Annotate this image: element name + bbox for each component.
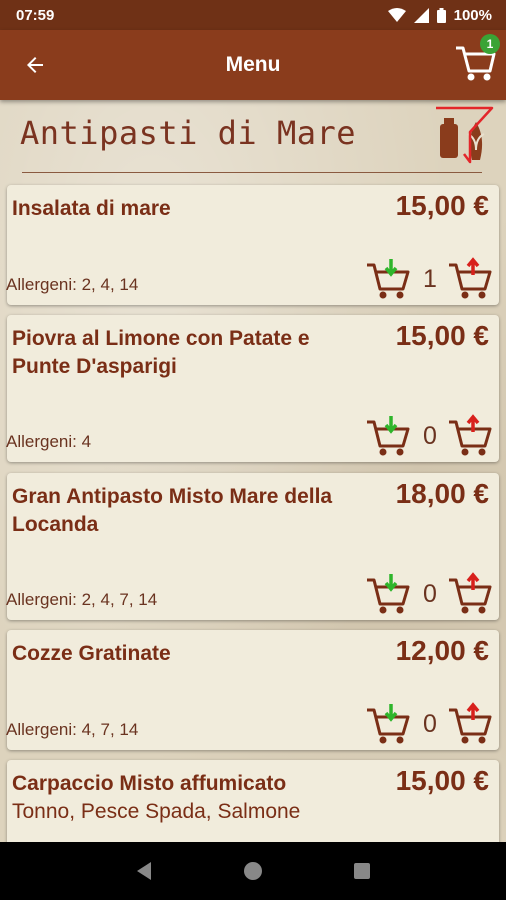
- quantity-controls: 0: [365, 702, 495, 746]
- menu-item-card[interactable]: Piovra al Limone con Patate e Punte D'as…: [6, 315, 499, 462]
- item-price: 15,00 €: [395, 765, 489, 796]
- arrow-left-icon: [27, 57, 43, 73]
- cart-remove-icon[interactable]: [365, 414, 413, 458]
- cart-remove-icon[interactable]: [365, 572, 413, 616]
- quantity-controls: 1: [365, 257, 495, 301]
- item-quantity: 0: [423, 579, 437, 608]
- nav-recents-icon[interactable]: [353, 862, 371, 880]
- cart-count-badge: 1: [480, 34, 500, 54]
- item-name: Carpaccio Misto affumicato: [12, 772, 287, 795]
- quantity-controls: 0: [365, 572, 495, 616]
- status-icons: 100%: [387, 6, 492, 24]
- item-quantity: 0: [423, 709, 437, 738]
- cart-add-icon[interactable]: [447, 257, 495, 301]
- item-quantity: 0: [423, 421, 437, 450]
- cart-remove-icon[interactable]: [365, 702, 413, 746]
- section-title: Antipasti di Mare: [20, 114, 357, 152]
- battery-percent: 100%: [453, 6, 492, 24]
- battery-icon: [436, 7, 446, 23]
- item-allergens: Allergeni: 2, 4, 14: [6, 275, 139, 294]
- nav-back-icon[interactable]: [135, 861, 153, 881]
- signal-icon: [413, 7, 429, 23]
- menu-content[interactable]: Antipasti di Mare Insalata di mare 15,00…: [0, 100, 506, 842]
- item-name: Cozze Gratinate: [12, 642, 171, 665]
- item-quantity: 1: [423, 264, 437, 293]
- item-allergens: Allergeni: 4: [6, 432, 92, 451]
- item-name: Piovra al Limone con Patate e Punte D'as…: [12, 327, 310, 378]
- item-allergens: Allergeni: 2, 4, 7, 14: [6, 590, 158, 609]
- status-time: 07:59: [16, 6, 55, 24]
- menu-item-card[interactable]: Cozze Gratinate 12,00 € Allergeni: 4, 7,…: [6, 630, 499, 750]
- cart-remove-icon[interactable]: [365, 257, 413, 301]
- item-allergens: Allergeni: 4, 7, 14: [6, 720, 139, 739]
- item-price: 18,00 €: [395, 478, 489, 509]
- cart-button[interactable]: 1: [452, 34, 500, 86]
- menu-item-card[interactable]: Insalata di mare 15,00 € Allergeni: 2, 4…: [6, 185, 499, 305]
- menu-item-card[interactable]: Carpaccio Misto affumicato Tonno, Pesce …: [7, 760, 499, 842]
- menu-item-card[interactable]: Gran Antipasto Misto Mare della Locanda …: [6, 473, 499, 620]
- wifi-icon: [387, 8, 406, 22]
- cart-add-icon[interactable]: [447, 572, 495, 616]
- system-nav-bar: [0, 842, 506, 900]
- status-bar: 07:59 100%: [0, 0, 506, 30]
- page-title: Menu: [225, 53, 281, 76]
- quantity-controls: 0: [365, 414, 495, 458]
- item-name: Gran Antipasto Misto Mare della Locanda: [12, 485, 333, 536]
- cart-add-icon[interactable]: [447, 414, 495, 458]
- nav-home-icon[interactable]: [243, 861, 263, 881]
- item-price: 15,00 €: [395, 320, 489, 351]
- section-header: Antipasti di Mare: [0, 100, 506, 175]
- cart-add-icon[interactable]: [447, 702, 495, 746]
- item-price: 15,00 €: [395, 190, 489, 221]
- app-bar: Menu 1: [0, 30, 506, 100]
- item-name: Insalata di mare: [12, 197, 171, 220]
- allergen-filter-icon[interactable]: [434, 104, 496, 166]
- section-divider: [22, 172, 482, 173]
- back-button[interactable]: [0, 30, 70, 100]
- item-price: 12,00 €: [395, 635, 489, 666]
- item-description: Tonno, Pesce Spada, Salmone: [12, 800, 301, 823]
